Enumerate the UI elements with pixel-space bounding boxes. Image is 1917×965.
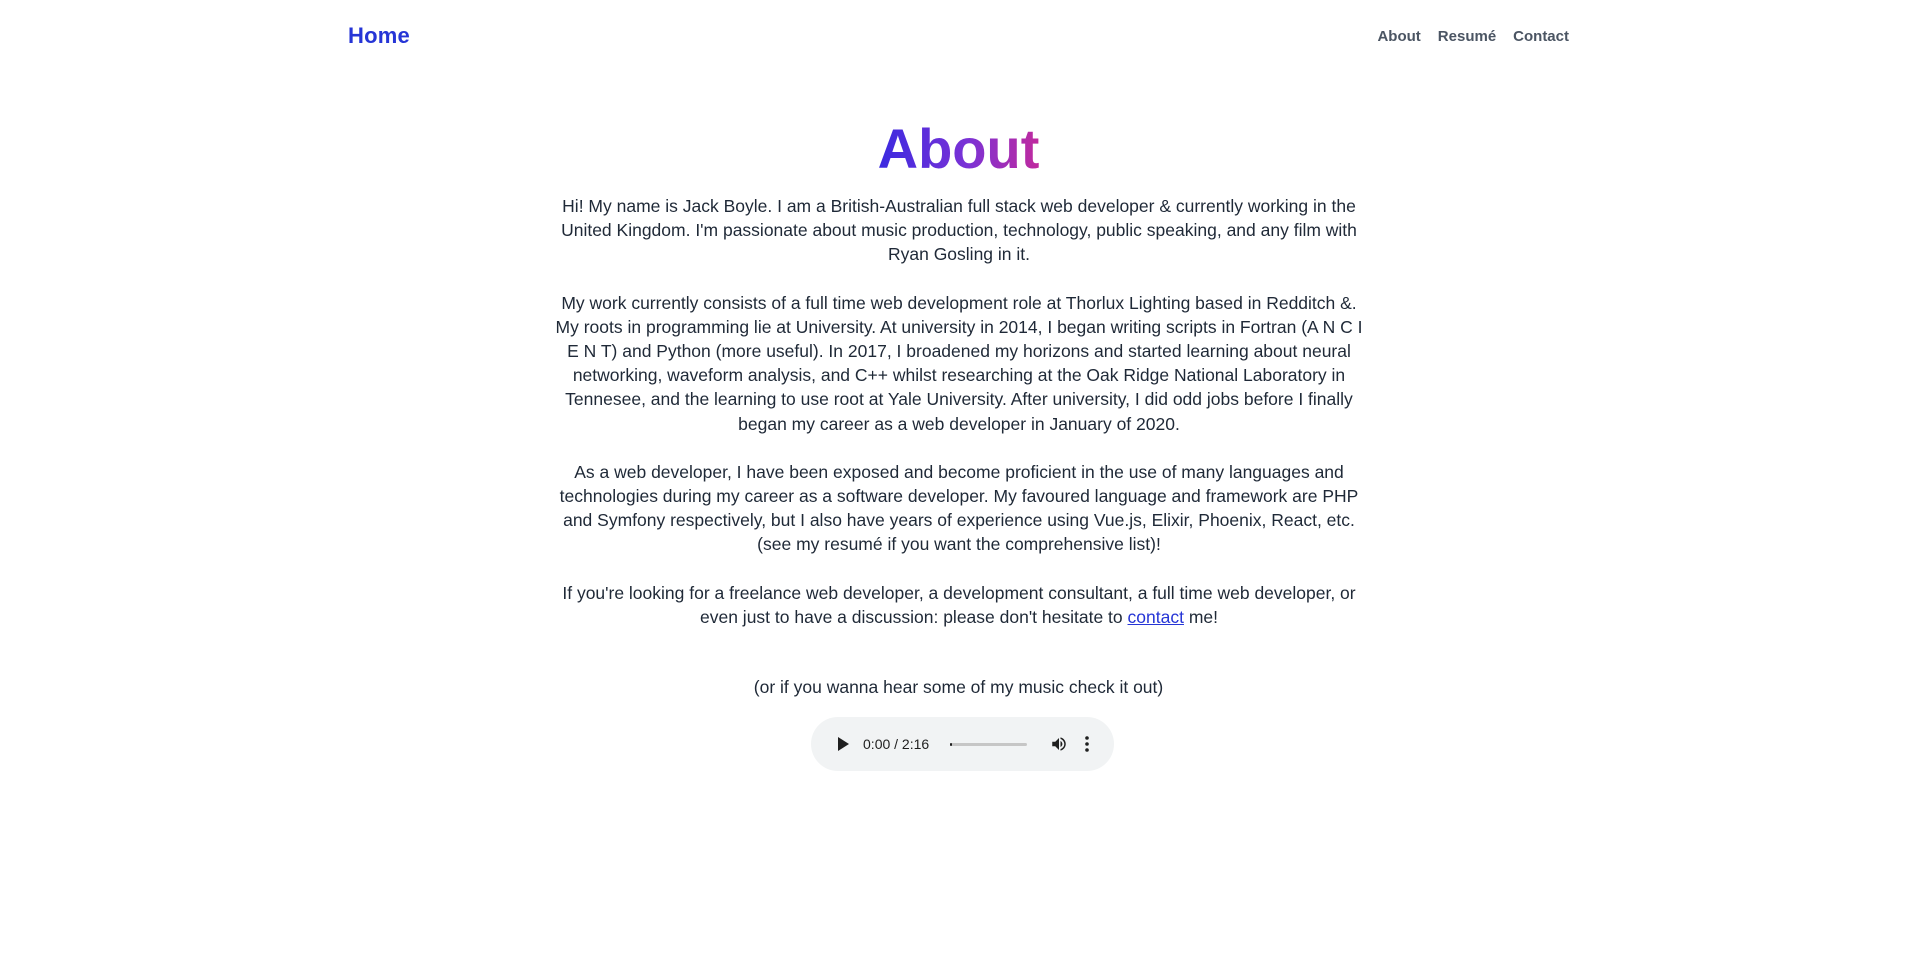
play-button[interactable] (835, 735, 850, 753)
top-navigation: Home About Resumé Contact (348, 18, 1569, 54)
audio-progress-fill (950, 742, 953, 746)
contact-paragraph-text: If you're looking for a freelance web de… (562, 582, 1356, 627)
contact-paragraph: If you're looking for a freelance web de… (555, 581, 1363, 629)
contact-paragraph-end: me! (1183, 606, 1218, 627)
home-link[interactable]: Home (348, 23, 410, 49)
volume-button[interactable] (1050, 734, 1069, 754)
audio-time: 0:00 / 2:16 (863, 736, 930, 752)
nav-links: About Resumé Contact (1377, 28, 1569, 45)
nav-link-about[interactable]: About (1377, 28, 1420, 45)
work-paragraph: My work currently consists of a full tim… (555, 292, 1363, 434)
page-title: About (0, 114, 1917, 184)
audio-player: 0:00 / 2:16 (811, 717, 1114, 771)
music-note: (or if you wanna hear some of my music c… (753, 677, 1164, 697)
page-title-text: About (877, 117, 1040, 180)
play-icon (837, 737, 849, 751)
nav-link-resume[interactable]: Resumé (1438, 28, 1496, 45)
audio-progress-slider[interactable] (950, 742, 1028, 746)
more-vert-icon (1085, 736, 1090, 752)
more-options-button[interactable] (1081, 734, 1094, 754)
intro-paragraph: Hi! My name is Jack Boyle. I am a Britis… (561, 196, 1357, 265)
skills-paragraph: As a web developer, I have been exposed … (559, 461, 1359, 555)
volume-icon (1052, 737, 1067, 751)
about-content: Hi! My name is Jack Boyle. I am a Britis… (555, 194, 1363, 653)
nav-link-contact[interactable]: Contact (1513, 28, 1569, 45)
contact-link[interactable]: contact (1128, 607, 1184, 627)
